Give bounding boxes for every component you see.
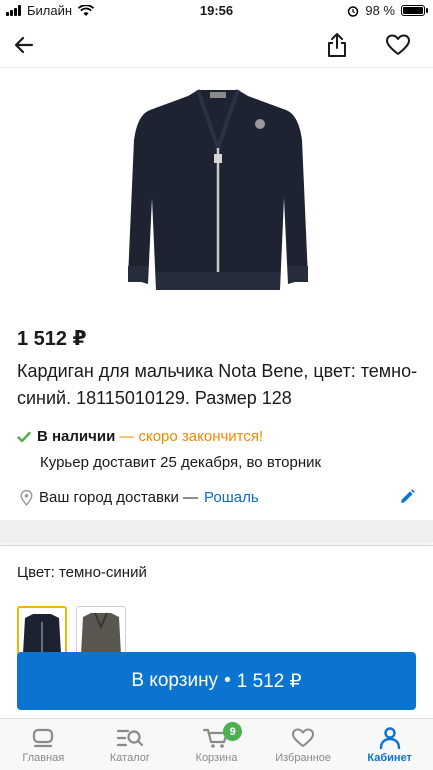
section-divider	[0, 520, 433, 542]
heart-icon	[292, 728, 315, 747]
nav-label-account: Кабинет	[367, 752, 412, 764]
purchase-sheet: Цвет: темно-синий В корзину • 1 512 ₽	[0, 545, 433, 725]
cart-count-badge: 9	[223, 722, 243, 741]
nav-label-favorites: Избранное	[275, 752, 331, 764]
back-button[interactable]	[7, 28, 41, 62]
product-price: 1 512 ₽	[17, 328, 87, 350]
color-label: Цвет: темно-синий	[17, 564, 147, 581]
cart-button-label: В корзину	[131, 670, 219, 691]
color-swatch-navy[interactable]	[17, 606, 67, 656]
nav-label-catalog: Каталог	[109, 752, 150, 764]
edit-city-button[interactable]	[398, 488, 418, 508]
cardigan-image	[128, 89, 308, 290]
stock-status: В наличии	[37, 428, 116, 445]
nav-label-home: Главная	[22, 752, 65, 764]
nav-item-favorites[interactable]: Избранное	[260, 719, 347, 770]
catalog-search-icon	[116, 729, 143, 747]
nav-item-cart[interactable]: Корзина 9	[173, 719, 260, 770]
location-pin-icon	[20, 489, 33, 506]
product-title: Кардиган для мальчика Nota Bene, цвет: т…	[17, 361, 418, 408]
user-icon	[379, 727, 400, 750]
arrow-left-icon	[14, 36, 34, 54]
nav-item-catalog[interactable]: Каталог	[87, 719, 174, 770]
share-icon	[328, 33, 346, 57]
cart-button-price: 1 512 ₽	[236, 670, 302, 692]
share-button[interactable]	[320, 28, 354, 62]
nav-item-home[interactable]: Главная	[0, 719, 87, 770]
product-image[interactable]	[110, 78, 326, 306]
app-header	[0, 22, 433, 68]
check-icon	[17, 431, 31, 442]
heart-icon	[386, 34, 410, 55]
add-to-cart-button[interactable]: В корзину • 1 512 ₽	[17, 652, 416, 710]
status-bar: Билайн 19:56 98 %	[0, 0, 433, 22]
grey-cardigan-thumbnail	[77, 607, 125, 655]
battery-fill	[403, 7, 423, 14]
product-page: Билайн 19:56 98 % 1 512 ₽ Кардиган для м…	[0, 0, 433, 770]
delivery-info: Курьер доставит 25 декабря, во вторник	[40, 454, 322, 471]
stock-info: В наличии — скоро закончится!	[17, 428, 263, 445]
cart-button-separator: •	[224, 670, 231, 691]
alarm-icon	[348, 5, 359, 17]
city-label: Ваш город доставки —	[39, 489, 199, 506]
favorite-button[interactable]	[381, 28, 415, 62]
delivery-city: Ваш город доставки — Рошаль	[20, 489, 259, 506]
nav-label-cart: Корзина	[195, 752, 238, 764]
bottom-nav: Главная Каталог Корзина 9 Избранное Каби…	[0, 718, 433, 770]
status-right: 98 %	[347, 3, 428, 18]
home-icon	[33, 728, 54, 748]
battery-percent: 98 %	[365, 3, 395, 18]
battery-icon	[401, 5, 428, 16]
city-link[interactable]: Рошаль	[204, 489, 259, 506]
pencil-icon	[401, 489, 415, 503]
stock-warning: — скоро закончится!	[119, 428, 264, 445]
navy-cardigan-thumbnail	[19, 608, 65, 654]
nav-item-account[interactable]: Кабинет	[346, 719, 433, 770]
color-swatch-grey[interactable]	[76, 606, 126, 656]
